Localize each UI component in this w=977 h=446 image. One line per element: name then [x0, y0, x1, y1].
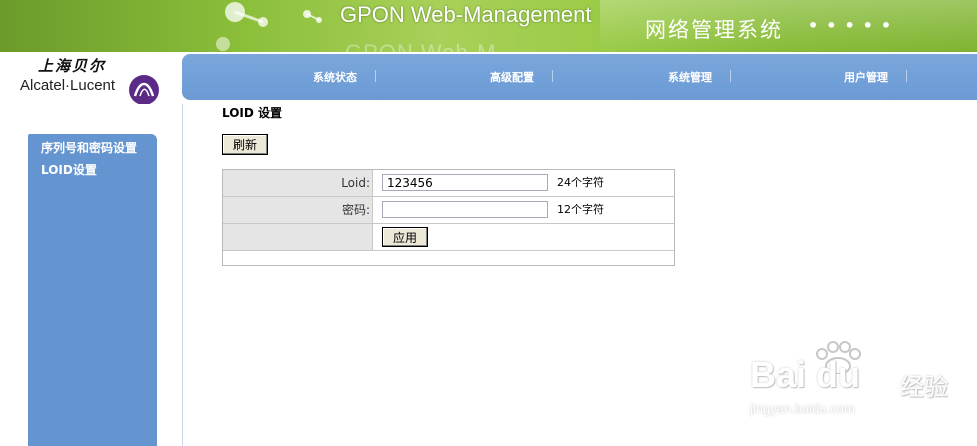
alcatel-lucent-logo-icon — [129, 75, 159, 105]
logo-english-text: Alcatel·Lucent — [20, 77, 116, 94]
main-nav: 系统状态 高级配置 系统管理 用户管理 — [182, 54, 977, 100]
loid-label: Loid: — [223, 170, 373, 196]
password-label: 密码: — [223, 197, 373, 223]
nav-separator — [906, 70, 907, 82]
nav-separator — [552, 70, 553, 82]
password-row: 密码: 12个字符 — [223, 197, 674, 224]
loid-input[interactable] — [382, 174, 548, 191]
system-name: 网络管理系统 — [645, 18, 783, 42]
apply-row: 应用 — [223, 224, 674, 251]
watermark-url: jingyan.baidu.com — [750, 401, 855, 416]
loid-form: Loid: 24个字符 密码: 12个字符 应用 — [222, 169, 675, 266]
logo-chinese-text: 上海贝尔 — [38, 57, 107, 75]
nav-advanced-config[interactable]: 高级配置 — [490, 69, 534, 85]
watermark-brand: Bai du — [750, 354, 861, 395]
empty-row — [223, 251, 674, 265]
nav-separator — [730, 70, 731, 82]
nav-system-status[interactable]: 系统状态 — [313, 69, 357, 85]
sidebar-item-serial-password[interactable]: 序列号和密码设置 — [41, 139, 157, 157]
app-title: GPON Web-Management — [340, 2, 592, 27]
loid-hint: 24个字符 — [557, 176, 604, 189]
loid-row: Loid: 24个字符 — [223, 170, 674, 197]
refresh-button[interactable]: 刷新 — [222, 134, 268, 155]
apply-button[interactable]: 应用 — [382, 227, 428, 247]
sidebar-item-loid[interactable]: LOID设置 — [41, 161, 157, 179]
password-hint: 12个字符 — [557, 203, 604, 216]
password-input[interactable] — [382, 201, 548, 218]
sidebar: 序列号和密码设置 LOID设置 — [28, 134, 157, 446]
nav-separator — [375, 70, 376, 82]
header-dots: ••••• — [808, 16, 900, 35]
nav-system-management[interactable]: 系统管理 — [668, 69, 712, 85]
apply-row-label-cell — [223, 224, 373, 250]
page-title: LOID 设置 — [222, 106, 283, 120]
header-banner: GPON Web-Management GPON Web-M 网络管理系统 ••… — [0, 0, 977, 52]
app-title-reflection: GPON Web-M — [345, 40, 496, 52]
company-logo: 上海贝尔 Alcatel·Lucent — [0, 52, 182, 105]
molecule-decoration-icon — [216, 2, 322, 51]
nav-user-management[interactable]: 用户管理 — [844, 69, 888, 85]
watermark-site-name: 经验 — [900, 373, 948, 401]
